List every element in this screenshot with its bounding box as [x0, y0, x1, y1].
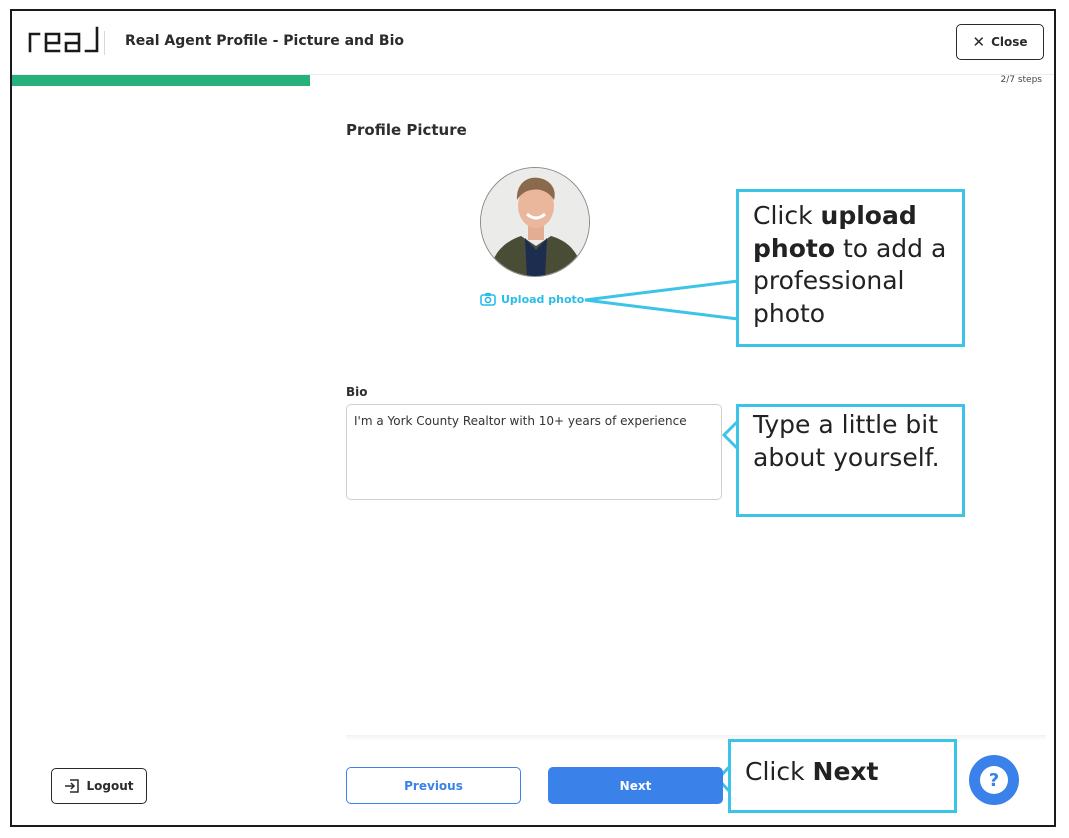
callout-next-bold: Next [812, 757, 879, 786]
callout-bio: Type a little bit about yourself. [736, 404, 965, 517]
previous-button[interactable]: Previous [346, 767, 521, 804]
help-button[interactable]: ? [969, 755, 1019, 805]
avatar-image [481, 168, 589, 276]
header: real Real Agent Profile - Picture and Bi… [12, 11, 1054, 75]
help-icon: ? [980, 766, 1008, 794]
logout-button[interactable]: Logout [51, 768, 147, 804]
next-button[interactable]: Next [548, 767, 723, 804]
logout-icon [65, 779, 80, 793]
real-logo: real [28, 26, 99, 53]
upload-photo-label: Upload photo [501, 292, 585, 306]
page-title: Real Agent Profile - Picture and Bio [125, 33, 404, 49]
avatar [480, 167, 590, 277]
app-window: real Real Agent Profile - Picture and Bi… [10, 9, 1056, 827]
callout-next-pre: Click [745, 757, 813, 786]
camera-icon [480, 293, 496, 306]
close-icon: ✕ [972, 32, 986, 51]
close-button[interactable]: ✕ Close [956, 24, 1044, 60]
callout-next: Click Next [728, 739, 957, 813]
profile-picture-title: Profile Picture [346, 121, 467, 139]
progress-bar [12, 75, 1054, 86]
close-label: Close [991, 35, 1028, 49]
logout-label: Logout [86, 779, 134, 793]
callout-upload-pre: Click [753, 201, 821, 230]
progress-fill [12, 75, 310, 86]
steps-label: 2/7 steps [1000, 75, 1042, 85]
header-divider [104, 31, 105, 55]
bio-textarea[interactable]: I'm a York County Realtor with 10+ years… [346, 404, 722, 500]
upload-photo-link[interactable]: Upload photo [480, 292, 584, 306]
callout-upload-photo: Click upload photo to add a professional… [736, 189, 965, 347]
callout-bio-text: Type a little bit about yourself. [753, 410, 940, 472]
bio-label: Bio [346, 385, 368, 399]
